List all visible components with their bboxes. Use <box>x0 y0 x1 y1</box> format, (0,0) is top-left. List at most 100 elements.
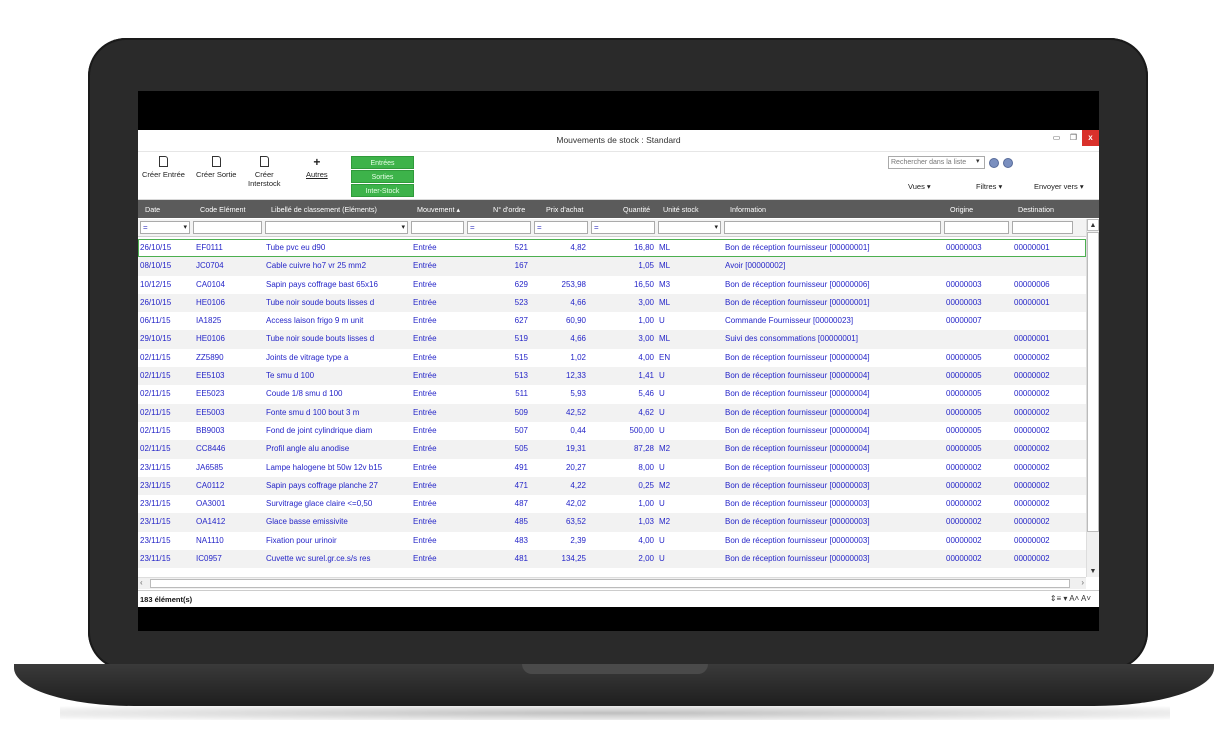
search-input[interactable]: Rechercher dans la liste <box>888 156 985 169</box>
autres-button[interactable]: + Autres <box>306 156 328 179</box>
cell-destination: 00000002 <box>1014 499 1050 509</box>
filter-libelle[interactable]: ▾ <box>265 221 408 234</box>
table-row[interactable]: 26/10/15 EF0111 Tube pvc eu d90 Entrée 521 4,… <box>138 239 1086 258</box>
filter-destination[interactable] <box>1012 221 1073 234</box>
table-row[interactable]: 02/11/15 ZZ5890 Joints de vitrage type a En… <box>138 349 1086 367</box>
scroll-down-icon[interactable]: ▼ <box>1087 567 1099 577</box>
creer-interstock-button[interactable]: Créer Interstock <box>248 156 281 188</box>
table-row[interactable]: 02/11/15 CC8446 Profil angle alu anodise En… <box>138 440 1086 459</box>
cell-unite: U <box>659 316 665 326</box>
col-unite[interactable]: Unité stock <box>663 205 699 214</box>
table-row[interactable]: 06/11/15 IA1825 Access laison frigo 9 m un… <box>138 312 1086 330</box>
cell-prix: 60,90 <box>565 316 586 326</box>
table-row[interactable]: 23/11/15 CA0112 Sapin pays coffrage planch… <box>138 476 1086 496</box>
minimize-button[interactable]: ▭ <box>1048 130 1065 146</box>
status-bar: 183 élément(s) ⇕≡ ▾ A˄ A˅ <box>138 590 1099 607</box>
cell-date: 26/10/15 <box>140 297 172 307</box>
creer-sortie-label: Créer Sortie <box>196 170 237 179</box>
cell-destination: 00000002 <box>1014 407 1050 417</box>
cell-info: Suivi des consommations [00000001] <box>725 334 858 344</box>
table-row[interactable]: 23/11/15 JA6585 Lampe halogene bt 50w 12v … <box>138 459 1086 477</box>
col-code[interactable]: Code Elément <box>200 205 246 214</box>
col-quantite[interactable]: Quantité <box>623 205 650 214</box>
cell-libelle: Profil angle alu anodise <box>266 444 350 454</box>
entrees-button[interactable]: Entrées <box>351 156 414 169</box>
status-tools[interactable]: ⇕≡ ▾ A˄ A˅ <box>1050 594 1091 603</box>
grid-body: 26/10/15 EF0111 Tube pvc eu d90 Entrée 521 4,… <box>138 239 1086 569</box>
filter-prix[interactable]: = <box>534 221 588 234</box>
filter-information[interactable] <box>724 221 941 234</box>
cell-info: Bon de réception fournisseur [00000006] <box>725 279 870 289</box>
col-information[interactable]: Information <box>730 205 766 214</box>
cell-origine: 00000005 <box>946 444 982 454</box>
cell-code: EE5023 <box>196 389 225 399</box>
cell-quantite: 87,28 <box>633 444 654 454</box>
cell-date: 08/10/15 <box>140 261 172 271</box>
cell-destination: 00000002 <box>1014 425 1050 435</box>
table-row[interactable]: 08/10/15 JC0704 Cable cuivre ho7 vr 25 mm2… <box>138 257 1086 276</box>
search-next-icon[interactable] <box>989 158 999 168</box>
col-prix[interactable]: Prix d'achat <box>546 205 583 214</box>
restore-button[interactable]: ❐ <box>1065 130 1082 146</box>
col-origine[interactable]: Origine <box>950 205 973 214</box>
col-ordre[interactable]: N° d'ordre <box>493 205 525 214</box>
cell-code: NA1110 <box>196 535 224 545</box>
filter-origine[interactable] <box>944 221 1009 234</box>
filtres-menu[interactable]: Filtres ▾ <box>976 182 1002 191</box>
cell-origine: 00000002 <box>946 462 982 472</box>
table-row[interactable]: 26/10/15 HE0106 Tube noir soude bouts liss… <box>138 293 1086 313</box>
filter-date[interactable]: = ▾ <box>140 221 190 234</box>
sorties-button[interactable]: Sorties <box>351 170 414 183</box>
cell-unite: M2 <box>659 480 671 490</box>
scroll-thumb[interactable] <box>1087 232 1099 532</box>
filter-mouvement[interactable] <box>411 221 464 234</box>
cell-origine: 00000002 <box>946 499 982 509</box>
cell-mouvement: Entrée <box>413 535 437 545</box>
cell-ordre: 627 <box>514 316 528 326</box>
filter-eq: = <box>143 223 148 232</box>
horizontal-scrollbar[interactable]: ‹ › <box>138 577 1086 589</box>
table-row[interactable]: 10/12/15 CA0104 Sapin pays coffrage bast 6… <box>138 276 1086 294</box>
chevron-down-icon[interactable]: ▾ <box>976 157 985 168</box>
creer-sortie-button[interactable]: Créer Sortie <box>196 156 236 179</box>
table-row[interactable]: 29/10/15 HE0106 Tube noir soude bouts liss… <box>138 330 1086 349</box>
col-mouvement[interactable]: Mouvement ▴ <box>417 205 460 214</box>
col-libelle[interactable]: Libellé de classement (Eléments) <box>271 205 377 214</box>
cell-prix: 12,33 <box>565 371 586 381</box>
table-row[interactable]: 23/11/15 OA3001 Survitrage glace claire <=… <box>138 495 1086 513</box>
cell-code: JC0704 <box>196 261 224 271</box>
table-row[interactable]: 23/11/15 OA1412 Glace basse emissivite Entr… <box>138 513 1086 532</box>
table-row[interactable]: 02/11/15 BB9003 Fond de joint cylindrique … <box>138 422 1086 440</box>
hscroll-thumb[interactable] <box>150 579 1070 588</box>
cell-date: 02/11/15 <box>140 371 171 381</box>
cell-date: 23/11/15 <box>140 535 171 545</box>
scroll-up-icon[interactable]: ▲ <box>1087 219 1099 231</box>
cell-quantite: 1,41 <box>638 371 654 381</box>
vertical-scrollbar[interactable]: ▲ ▼ <box>1086 219 1099 577</box>
table-row[interactable]: 23/11/15 IC0957 Cuvette wc surel.gr.ce.s/s… <box>138 550 1086 569</box>
close-button[interactable]: x <box>1082 130 1099 146</box>
filter-unite[interactable]: ▾ <box>658 221 721 234</box>
creer-interstock-label-2: Interstock <box>248 179 281 188</box>
col-destination[interactable]: Destination <box>1018 205 1054 214</box>
cell-info: Bon de réception fournisseur [00000004] <box>725 352 870 362</box>
interstock-button[interactable]: Inter-Stock <box>351 184 414 197</box>
table-row[interactable]: 02/11/15 EE5003 Fonte smu d 100 bout 3 m En… <box>138 403 1086 422</box>
cell-code: OA1412 <box>196 517 226 527</box>
scroll-right-icon[interactable]: › <box>1081 578 1084 587</box>
filter-quantite[interactable]: = <box>591 221 655 234</box>
creer-entree-button[interactable]: Créer Entrée <box>142 156 185 179</box>
cell-libelle: Sapin pays coffrage planche 27 <box>266 480 378 490</box>
col-date[interactable]: Date <box>145 205 160 214</box>
vues-menu[interactable]: Vues ▾ <box>908 182 931 191</box>
cell-prix: 2,39 <box>570 535 586 545</box>
search-options-icon[interactable] <box>1003 158 1013 168</box>
scroll-left-icon[interactable]: ‹ <box>140 578 143 587</box>
cell-info: Bon de réception fournisseur [00000003] <box>725 462 870 472</box>
envoyer-vers-menu[interactable]: Envoyer vers ▾ <box>1034 182 1084 191</box>
filter-ordre[interactable]: = <box>467 221 531 234</box>
table-row[interactable]: 23/11/15 NA1110 Fixation pour urinoir Entré… <box>138 532 1086 550</box>
table-row[interactable]: 02/11/15 EE5023 Coude 1/8 smu d 100 Entrée 5… <box>138 385 1086 403</box>
table-row[interactable]: 02/11/15 EE5103 Te smu d 100 Entrée 513 12,33… <box>138 367 1086 386</box>
filter-code[interactable] <box>193 221 262 234</box>
